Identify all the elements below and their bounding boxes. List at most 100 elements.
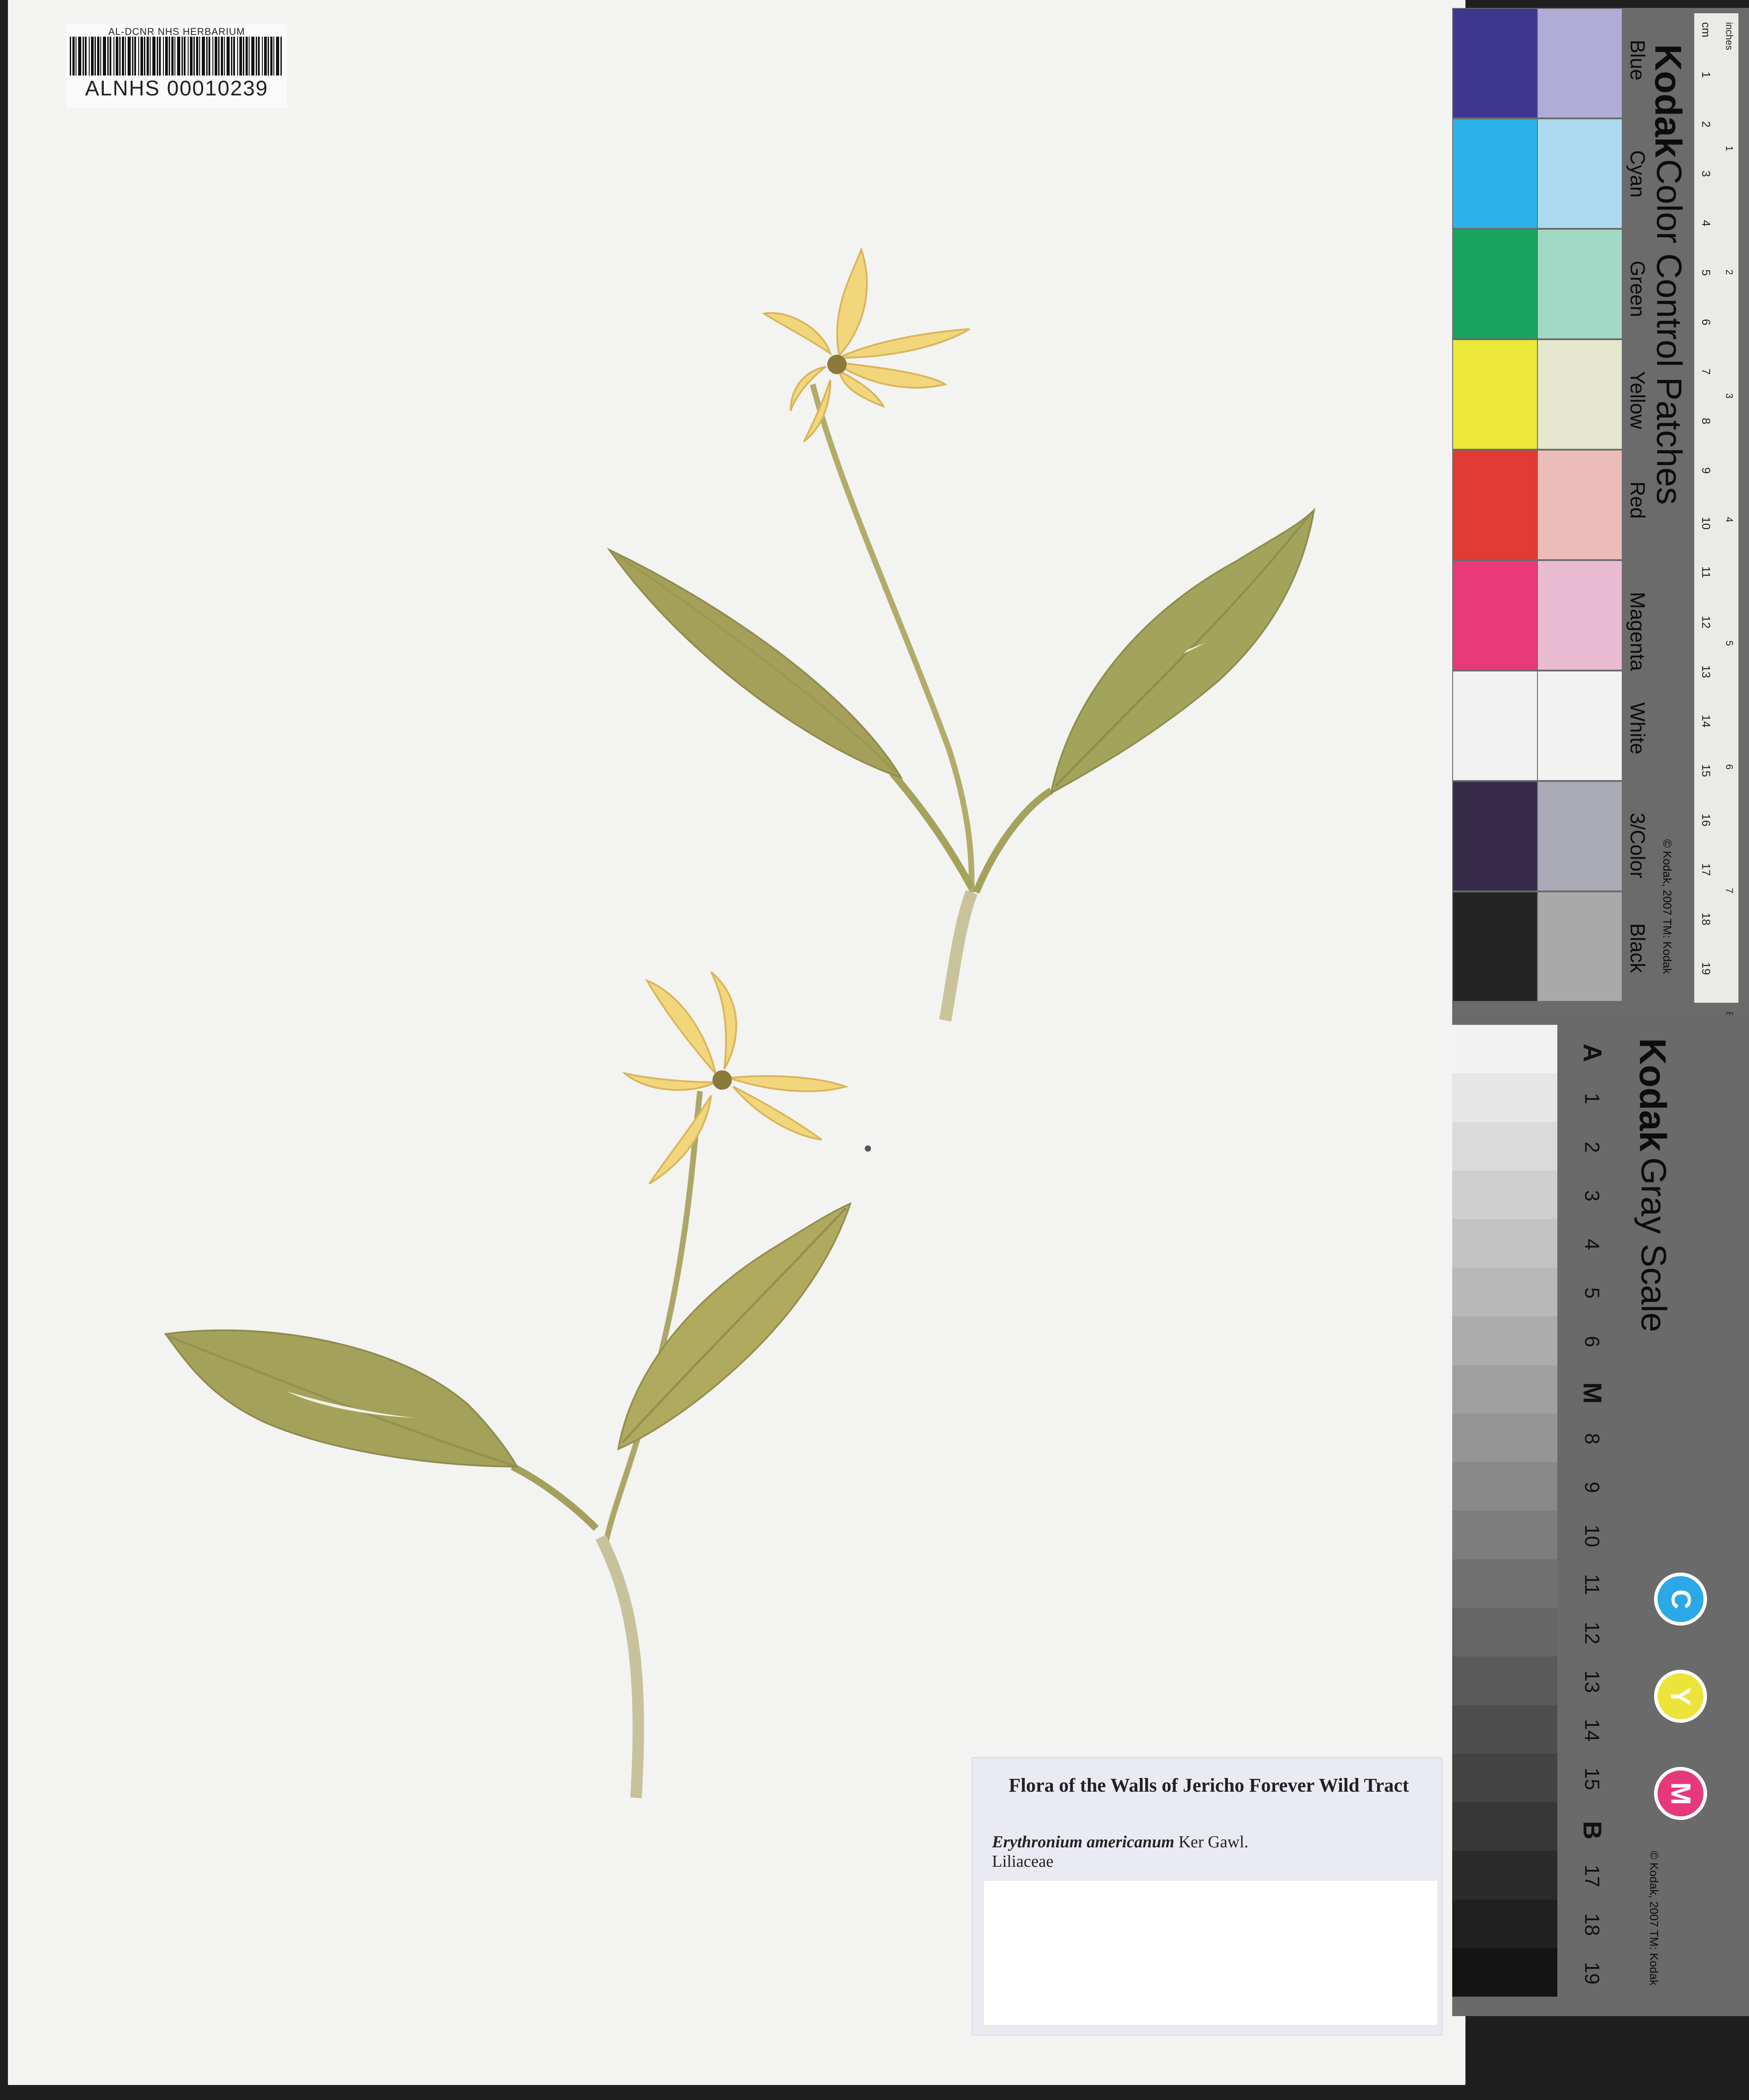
flower — [621, 971, 849, 1185]
ruler-cm-label: 9 — [1700, 467, 1713, 474]
ruler-cm-label: 2 — [1700, 121, 1713, 128]
gray-step-label: 12 — [1581, 1622, 1604, 1645]
ruler-inch-label: 4 — [1724, 517, 1735, 523]
color-patch-green — [1453, 230, 1537, 338]
ruler-cm-label: 1 — [1700, 72, 1713, 78]
color-patch-3color — [1453, 782, 1537, 891]
patch-label: Cyan — [1626, 150, 1649, 198]
gray-step — [1452, 1559, 1557, 1608]
gray-step — [1452, 1851, 1557, 1899]
patch-label: Black — [1626, 923, 1649, 973]
ruler-cm-label: 11 — [1700, 566, 1713, 578]
ruler-inch-label: 2 — [1724, 269, 1735, 275]
gray-step — [1452, 1705, 1557, 1754]
taxon-author: Ker Gawl. — [1178, 1833, 1249, 1851]
color-patch-light — [1538, 230, 1622, 338]
ruler-inch-label: 6 — [1724, 764, 1735, 770]
leaf — [164, 1329, 519, 1468]
ruler-cm-label: cm — [1700, 22, 1713, 38]
ruler-cm-label: 12 — [1700, 616, 1713, 629]
gray-step — [1452, 1802, 1557, 1851]
ruler-cm-label: 14 — [1700, 715, 1713, 728]
patch-label: 3/Color — [1626, 813, 1649, 879]
leaf — [606, 547, 903, 779]
gray-step — [1452, 1316, 1557, 1365]
ruler-cm-label: 17 — [1700, 863, 1713, 876]
color-patch-light — [1538, 782, 1622, 891]
color-patch-light — [1538, 451, 1622, 559]
color-patch-white — [1453, 671, 1537, 780]
gray-step — [1452, 1365, 1557, 1414]
gray-step — [1452, 1754, 1557, 1802]
gray-step — [1452, 1608, 1557, 1656]
gray-card-brand: Kodak — [1632, 1038, 1673, 1152]
color-patch-blue — [1453, 9, 1537, 118]
gray-card-title: Gray Scale — [1634, 1157, 1673, 1332]
cym-circle-m: M — [1654, 1767, 1707, 1820]
gray-step-label: 4 — [1581, 1239, 1604, 1250]
gray-step-label: 1 — [1581, 1093, 1604, 1104]
gray-step-label: 14 — [1581, 1719, 1604, 1742]
ruler-inch-label: 7 — [1724, 888, 1735, 894]
color-patch-cyan — [1453, 119, 1537, 228]
ruler-inch-label: 3 — [1724, 393, 1735, 399]
gray-step — [1452, 1511, 1557, 1559]
gray-step-label: 5 — [1581, 1287, 1604, 1299]
ruler-inch-label: inches — [1724, 22, 1735, 50]
gray-step-label: 2 — [1581, 1141, 1604, 1153]
gray-step — [1452, 1122, 1557, 1171]
color-patch-light — [1538, 561, 1622, 670]
label-blank-area — [984, 1881, 1437, 2025]
color-patch-light — [1538, 119, 1622, 228]
patch-label: Green — [1626, 261, 1649, 317]
color-patch-light — [1538, 892, 1622, 1001]
ruler-inch-label: 5 — [1724, 641, 1735, 646]
gray-step — [1452, 1268, 1557, 1316]
cym-letter: M — [1665, 1782, 1696, 1805]
scientific-name: Erythronium americanum — [992, 1833, 1174, 1851]
gray-step — [1452, 1414, 1557, 1462]
color-patch-black — [1453, 892, 1537, 1001]
color-patch-light — [1538, 340, 1622, 449]
gray-step — [1452, 1025, 1557, 1073]
gray-card-copyright: © Kodak, 2007 TM: Kodak — [1647, 1851, 1661, 1986]
ruler-cm-label: 4 — [1700, 220, 1713, 227]
upper-plant — [606, 247, 1316, 1022]
color-patch-red — [1453, 451, 1537, 559]
color-card-title: Color Control Patches — [1650, 159, 1689, 505]
ruler-inch-label: 1 — [1724, 146, 1735, 152]
gray-step — [1452, 1219, 1557, 1268]
gray-step-label: 19 — [1581, 1962, 1604, 1985]
ruler-cm-label: 7 — [1700, 368, 1713, 375]
ruler-cm-label: 15 — [1700, 764, 1713, 777]
ruler-cm-label: 18 — [1700, 913, 1713, 925]
cym-letter: Y — [1665, 1687, 1696, 1706]
gray-step-label: 11 — [1581, 1574, 1604, 1595]
ruler-cm-label: 6 — [1700, 319, 1713, 326]
color-card-copyright: © Kodak, 2007 TM: Kodak — [1661, 839, 1674, 974]
gray-step-label: 17 — [1581, 1865, 1604, 1888]
gray-step-label: 18 — [1581, 1913, 1604, 1936]
cym-circle-c: C — [1654, 1573, 1707, 1626]
ruler-cm-label: 10 — [1700, 517, 1713, 530]
color-card-brand: Kodak — [1647, 44, 1689, 158]
patch-label: Red — [1626, 481, 1649, 519]
gray-step-label: 9 — [1581, 1482, 1604, 1493]
label-title: Flora of the Walls of Jericho Forever Wi… — [1009, 1774, 1409, 1796]
gray-step-label: 10 — [1581, 1524, 1604, 1547]
color-patch-light — [1538, 9, 1622, 118]
gray-step — [1452, 1462, 1557, 1511]
gray-step-label: 3 — [1581, 1190, 1604, 1202]
specimen-label: Flora of the Walls of Jericho Forever Wi… — [972, 1757, 1442, 2036]
gray-step-label: 13 — [1581, 1670, 1604, 1693]
gray-step-label: 15 — [1581, 1767, 1604, 1790]
color-patch-magenta — [1453, 561, 1537, 670]
lower-plant — [164, 971, 852, 1798]
gray-step-label: M — [1578, 1382, 1607, 1404]
cym-circle-y: Y — [1654, 1670, 1707, 1723]
gray-step — [1452, 1899, 1557, 1948]
gray-step — [1452, 1073, 1557, 1122]
gray-step-label: 8 — [1581, 1433, 1604, 1444]
flower — [761, 247, 970, 443]
gray-step — [1452, 1656, 1557, 1705]
